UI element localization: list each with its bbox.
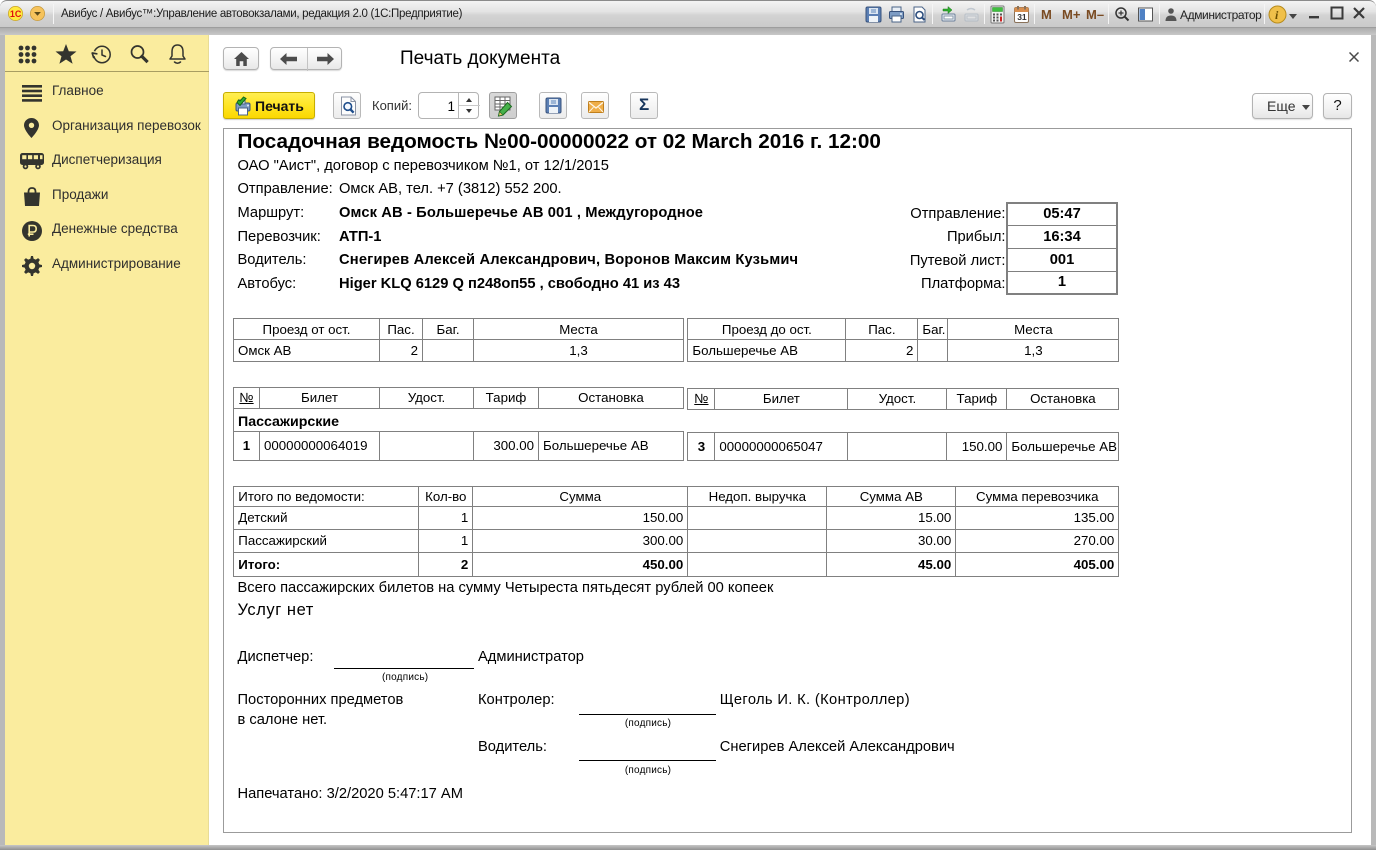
- svg-text:1С: 1С: [10, 9, 22, 19]
- svg-text:31: 31: [1017, 12, 1027, 22]
